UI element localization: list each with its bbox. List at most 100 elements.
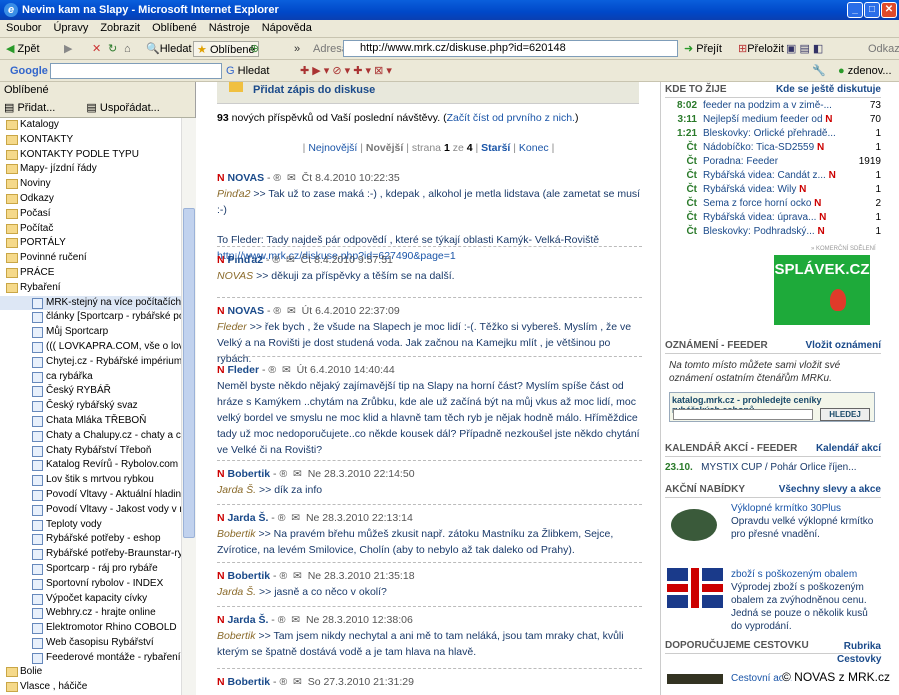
sidebar-item[interactable]: Webhry.cz - hrajte online <box>0 606 181 621</box>
toolbar-extra-icons[interactable]: ▣ ▤ ◧ <box>786 41 823 57</box>
post-author[interactable]: NOVAS <box>228 172 265 184</box>
sidebar-item[interactable]: Rybářské potřeby - eshop <box>0 532 181 547</box>
post-author[interactable]: Bobertik <box>228 570 271 582</box>
translate-button[interactable]: ⊞Přeložit <box>738 41 784 57</box>
reply-icon[interactable]: ✉ <box>287 305 296 317</box>
sidebar-item[interactable]: PORTÁLY <box>0 236 181 251</box>
sidebar-item[interactable]: Chaty Rybářství Třeboň <box>0 444 181 459</box>
krmitko-image[interactable] <box>667 501 719 551</box>
menu-nastroje[interactable]: Nástroje <box>203 20 256 36</box>
kalendar-link[interactable]: Kalendář akcí <box>816 443 881 454</box>
post-author[interactable]: Bobertik <box>228 676 271 688</box>
post-author[interactable]: Jarda Š. <box>228 512 269 524</box>
kde-row[interactable]: Čt Rybářská videa: Candát z... N 1 <box>665 169 881 183</box>
google-tool-icons[interactable]: ✚ ▶ ▾ ⊘ ▾ ✚ ▾ ⊠ ▾ <box>300 63 392 79</box>
reply-icon[interactable]: ✉ <box>286 254 295 266</box>
sidebar-item[interactable]: Chata Mláka TŘEBOŇ <box>0 414 181 429</box>
go-button[interactable]: ➜ Přejít <box>684 41 722 57</box>
sidebar-item[interactable]: Český rybářský svaz <box>0 399 181 414</box>
add-post-button[interactable]: Přidat zápis do diskuse <box>217 82 639 104</box>
sidebar-item[interactable]: Sportcarp - ráj pro rybáře <box>0 562 181 577</box>
quote-author[interactable]: Bobertik <box>217 630 256 642</box>
wrench-icon[interactable]: 🔧 <box>812 63 826 79</box>
sidebar-item[interactable]: Elektromotor Rhino COBOLD <box>0 621 181 636</box>
sidebar-item[interactable]: Můj Sportcarp <box>0 325 181 340</box>
google-user[interactable]: ● zdenov... <box>838 63 892 79</box>
older-link[interactable]: Starší <box>481 142 510 154</box>
kde-row[interactable]: Čt Poradna: Feeder 1919 <box>665 155 881 169</box>
quote-author[interactable]: Fleder <box>217 321 247 333</box>
uk-flag-image[interactable] <box>667 568 723 608</box>
reply-icon[interactable]: ✉ <box>291 512 300 524</box>
akce2[interactable]: zboží s poškozeným obalem Výprodej zboží … <box>731 568 881 633</box>
stop-icon[interactable]: ✕ <box>92 41 101 57</box>
sidebar-item[interactable]: Povinné ručení <box>0 251 181 266</box>
kde-row[interactable]: Čt Rybářská videa: Wily N 1 <box>665 183 881 197</box>
post-author[interactable]: Jarda Š. <box>228 614 269 626</box>
kde-text[interactable]: Rybářská videa: úprava... N <box>703 211 853 225</box>
reply-icon[interactable]: ✉ <box>293 468 302 480</box>
sidebar-item[interactable]: Bolie <box>0 665 181 680</box>
doporuc-link[interactable]: Rubrika Cestovky <box>837 640 881 666</box>
kde-text[interactable]: Sema z force horní ocko N <box>703 197 853 211</box>
add-favorite-button[interactable]: ▤ Přidat... <box>4 102 69 114</box>
sidebar-item[interactable]: Počítač <box>0 222 181 237</box>
sidebar-item[interactable]: Feederové montáže - rybaření s ... <box>0 651 181 666</box>
kde-row[interactable]: Čt Rybářská videa: úprava... N 1 <box>665 211 881 225</box>
forward-icon[interactable]: ▶ <box>64 41 72 57</box>
quote-author[interactable]: Jarda Š. <box>217 484 256 496</box>
post-author[interactable]: Bobertik <box>228 468 271 480</box>
favorites-button[interactable]: ★ Oblíbené <box>193 41 259 57</box>
home-icon[interactable]: ⌂ <box>124 41 131 57</box>
post-author[interactable]: NOVAS <box>228 305 265 317</box>
sidebar-item[interactable]: Web časopisu Rybářství <box>0 636 181 651</box>
sidebar-item[interactable]: Chaty a Chalupy.cz - chaty a cha... <box>0 429 181 444</box>
sidebar-item[interactable]: Povodí Vltavy - Jakost vody v ná... <box>0 503 181 518</box>
toolbar-chevron-icon[interactable]: » <box>294 41 300 57</box>
menu-oblibene[interactable]: Oblíbené <box>146 20 203 36</box>
last-link[interactable]: Konec <box>519 142 549 154</box>
sidebar-item[interactable]: Výpočet kapacity cívky <box>0 592 181 607</box>
organize-favorites-button[interactable]: ▤ Uspořádat... <box>86 102 173 114</box>
sidebar-item[interactable]: Chytej.cz - Rybářské impérium (... <box>0 355 181 370</box>
newest-link[interactable]: Nejnovější <box>308 142 357 154</box>
quote-author[interactable]: Pinďa2 <box>217 188 250 200</box>
splavek-banner[interactable]: SPLÁVEK.CZ <box>774 255 870 325</box>
sidebar-item[interactable]: Mapy- jízdní řády <box>0 162 181 177</box>
sidebar-item[interactable]: ((( LOVKAPRA.COM, vše o lovu ... <box>0 340 181 355</box>
kde-text[interactable]: Nejlepší medium feeder od N <box>703 113 853 127</box>
post-author[interactable]: Pinďa2 <box>228 254 264 266</box>
page-scrollbar[interactable] <box>883 82 899 695</box>
reply-icon[interactable]: ✉ <box>293 570 302 582</box>
oznameni-link[interactable]: Vložit oznámení <box>805 340 881 351</box>
post-author[interactable]: Fleder <box>228 364 260 376</box>
sidebar-item[interactable]: Počasí <box>0 207 181 222</box>
katalog-search-button[interactable]: HLEDEJ <box>820 408 870 421</box>
sidebar-item[interactable]: Odkazy <box>0 192 181 207</box>
sidebar-item[interactable]: PRÁCE <box>0 266 181 281</box>
scroll-thumb[interactable] <box>183 208 195 538</box>
kde-row[interactable]: Čt Bleskovky: Podhradský... N 1 <box>665 225 881 239</box>
sidebar-item[interactable]: Vlasce , háčiče <box>0 680 181 695</box>
kde-text[interactable]: Bleskovky: Podhradský... N <box>703 225 853 239</box>
read-first-link[interactable]: Začít číst od prvního z nich. <box>447 112 575 124</box>
sidebar-item[interactable]: Rybářské potřeby-Braunstar-ryba... <box>0 547 181 562</box>
minimize-button[interactable]: _ <box>847 2 863 18</box>
reply-icon[interactable]: ✉ <box>282 364 291 376</box>
reply-icon[interactable]: ✉ <box>293 676 302 688</box>
reply-icon[interactable]: ✉ <box>287 172 296 184</box>
history-icon[interactable]: ⊕ <box>250 41 259 57</box>
kde-text[interactable]: feeder na podzim a v zimě-... <box>703 99 853 113</box>
sidebar-scrollbar[interactable] <box>181 118 196 695</box>
menu-zobrazit[interactable]: Zobrazit <box>94 20 146 36</box>
kde-link[interactable]: Kde se ještě diskutuje <box>776 84 881 95</box>
akce1[interactable]: Výklopné krmítko 30Plus Opravdu velké výk… <box>731 502 881 541</box>
sidebar-item[interactable]: MRK-stejný na více počítačích <box>0 295 181 311</box>
sidebar-item[interactable]: KONTAKTY <box>0 133 181 148</box>
sidebar-item[interactable]: Katalog Revírů - Rybolov.com - i... <box>0 458 181 473</box>
kde-row[interactable]: Čt Sema z force horní ocko N 2 <box>665 197 881 211</box>
google-search-button[interactable]: G Hledat <box>226 63 269 79</box>
kde-text[interactable]: Rybářská videa: Candát z... N <box>703 169 853 183</box>
kde-text[interactable]: Nádobíčko: Tica-SD2559 N <box>703 141 853 155</box>
reply-icon[interactable]: ✉ <box>291 614 300 626</box>
